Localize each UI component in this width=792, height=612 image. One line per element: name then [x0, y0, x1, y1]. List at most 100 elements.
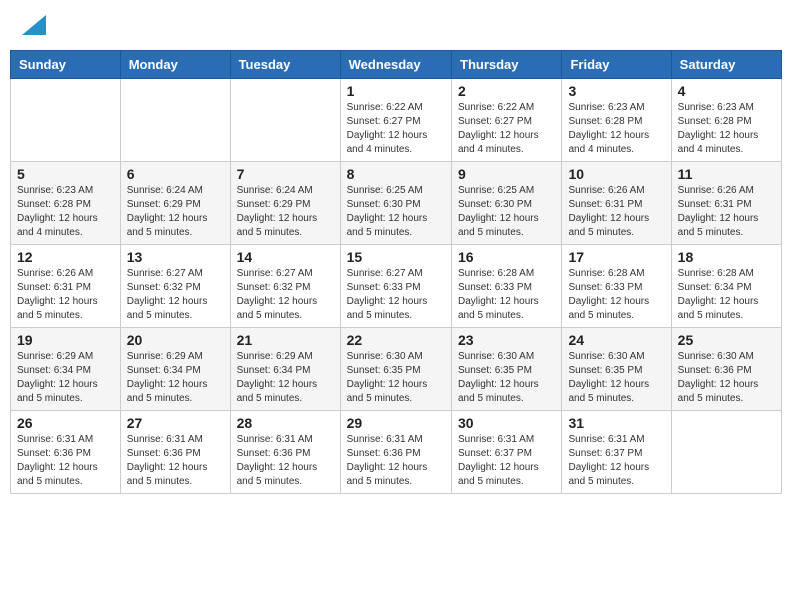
- day-info: Sunrise: 6:25 AM Sunset: 6:30 PM Dayligh…: [347, 184, 445, 240]
- calendar-cell: 22 Sunrise: 6:30 AM Sunset: 6:35 PM Dayli…: [340, 328, 451, 411]
- day-info: Sunrise: 6:30 AM Sunset: 6:35 PM Dayligh…: [347, 350, 445, 406]
- day-info: Sunrise: 6:31 AM Sunset: 6:36 PM Dayligh…: [347, 433, 445, 489]
- day-info: Sunrise: 6:26 AM Sunset: 6:31 PM Dayligh…: [568, 184, 664, 240]
- day-number: 30: [458, 415, 555, 431]
- calendar-cell: 23 Sunrise: 6:30 AM Sunset: 6:35 PM Dayli…: [452, 328, 562, 411]
- day-number: 1: [347, 83, 445, 99]
- calendar-cell: 10 Sunrise: 6:26 AM Sunset: 6:31 PM Dayli…: [562, 162, 671, 245]
- day-info: Sunrise: 6:25 AM Sunset: 6:30 PM Dayligh…: [458, 184, 555, 240]
- day-number: 20: [127, 332, 224, 348]
- day-number: 18: [678, 249, 775, 265]
- calendar-cell: 5 Sunrise: 6:23 AM Sunset: 6:28 PM Daylig…: [11, 162, 121, 245]
- day-info: Sunrise: 6:29 AM Sunset: 6:34 PM Dayligh…: [127, 350, 224, 406]
- day-number: 19: [17, 332, 114, 348]
- day-number: 5: [17, 166, 114, 182]
- calendar-week-row: 1 Sunrise: 6:22 AM Sunset: 6:27 PM Daylig…: [11, 79, 782, 162]
- day-info: Sunrise: 6:30 AM Sunset: 6:36 PM Dayligh…: [678, 350, 775, 406]
- day-info: Sunrise: 6:28 AM Sunset: 6:33 PM Dayligh…: [568, 267, 664, 323]
- day-number: 28: [237, 415, 334, 431]
- day-number: 22: [347, 332, 445, 348]
- day-info: Sunrise: 6:27 AM Sunset: 6:32 PM Dayligh…: [127, 267, 224, 323]
- day-number: 23: [458, 332, 555, 348]
- day-info: Sunrise: 6:23 AM Sunset: 6:28 PM Dayligh…: [17, 184, 114, 240]
- day-number: 9: [458, 166, 555, 182]
- day-info: Sunrise: 6:31 AM Sunset: 6:37 PM Dayligh…: [568, 433, 664, 489]
- calendar-cell: 31 Sunrise: 6:31 AM Sunset: 6:37 PM Dayli…: [562, 411, 671, 494]
- calendar-cell: 17 Sunrise: 6:28 AM Sunset: 6:33 PM Dayli…: [562, 245, 671, 328]
- day-info: Sunrise: 6:24 AM Sunset: 6:29 PM Dayligh…: [127, 184, 224, 240]
- calendar-cell: 19 Sunrise: 6:29 AM Sunset: 6:34 PM Dayli…: [11, 328, 121, 411]
- calendar-cell: 28 Sunrise: 6:31 AM Sunset: 6:36 PM Dayli…: [230, 411, 340, 494]
- day-info: Sunrise: 6:24 AM Sunset: 6:29 PM Dayligh…: [237, 184, 334, 240]
- calendar-week-row: 19 Sunrise: 6:29 AM Sunset: 6:34 PM Dayli…: [11, 328, 782, 411]
- calendar-cell: [671, 411, 781, 494]
- calendar-cell: [230, 79, 340, 162]
- calendar-cell: 26Sunrise: 6:31 AM Sunset: 6:36 PM Dayli…: [11, 411, 121, 494]
- day-info: Sunrise: 6:22 AM Sunset: 6:27 PM Dayligh…: [347, 101, 445, 157]
- day-number: 6: [127, 166, 224, 182]
- calendar-cell: 4Sunrise: 6:23 AM Sunset: 6:28 PM Daylig…: [671, 79, 781, 162]
- calendar: SundayMondayTuesdayWednesdayThursdayFrid…: [10, 50, 782, 494]
- day-info: Sunrise: 6:31 AM Sunset: 6:36 PM Dayligh…: [17, 433, 114, 489]
- day-number: 3: [568, 83, 664, 99]
- calendar-cell: 18 Sunrise: 6:28 AM Sunset: 6:34 PM Dayli…: [671, 245, 781, 328]
- day-info: Sunrise: 6:26 AM Sunset: 6:31 PM Dayligh…: [678, 184, 775, 240]
- calendar-cell: 9 Sunrise: 6:25 AM Sunset: 6:30 PM Daylig…: [452, 162, 562, 245]
- day-number: 10: [568, 166, 664, 182]
- calendar-cell: 12Sunrise: 6:26 AM Sunset: 6:31 PM Dayli…: [11, 245, 121, 328]
- day-info: Sunrise: 6:30 AM Sunset: 6:35 PM Dayligh…: [458, 350, 555, 406]
- day-info: Sunrise: 6:27 AM Sunset: 6:32 PM Dayligh…: [237, 267, 334, 323]
- day-info: Sunrise: 6:27 AM Sunset: 6:33 PM Dayligh…: [347, 267, 445, 323]
- calendar-cell: 30Sunrise: 6:31 AM Sunset: 6:37 PM Dayli…: [452, 411, 562, 494]
- day-number: 29: [347, 415, 445, 431]
- calendar-cell: 7 Sunrise: 6:24 AM Sunset: 6:29 PM Daylig…: [230, 162, 340, 245]
- weekday-header: Wednesday: [340, 51, 451, 79]
- calendar-cell: 21Sunrise: 6:29 AM Sunset: 6:34 PM Dayli…: [230, 328, 340, 411]
- day-number: 17: [568, 249, 664, 265]
- day-info: Sunrise: 6:29 AM Sunset: 6:34 PM Dayligh…: [17, 350, 114, 406]
- weekday-header: Sunday: [11, 51, 121, 79]
- calendar-week-row: 5 Sunrise: 6:23 AM Sunset: 6:28 PM Daylig…: [11, 162, 782, 245]
- weekday-header: Friday: [562, 51, 671, 79]
- calendar-cell: 16 Sunrise: 6:28 AM Sunset: 6:33 PM Dayli…: [452, 245, 562, 328]
- day-info: Sunrise: 6:28 AM Sunset: 6:33 PM Dayligh…: [458, 267, 555, 323]
- calendar-cell: 29 Sunrise: 6:31 AM Sunset: 6:36 PM Dayli…: [340, 411, 451, 494]
- day-info: Sunrise: 6:23 AM Sunset: 6:28 PM Dayligh…: [568, 101, 664, 157]
- calendar-cell: [11, 79, 121, 162]
- weekday-header: Tuesday: [230, 51, 340, 79]
- day-number: 21: [237, 332, 334, 348]
- day-info: Sunrise: 6:22 AM Sunset: 6:27 PM Dayligh…: [458, 101, 555, 157]
- calendar-cell: 13 Sunrise: 6:27 AM Sunset: 6:32 PM Dayli…: [120, 245, 230, 328]
- logo: [20, 15, 46, 35]
- calendar-cell: 8Sunrise: 6:25 AM Sunset: 6:30 PM Daylig…: [340, 162, 451, 245]
- calendar-cell: 14 Sunrise: 6:27 AM Sunset: 6:32 PM Dayli…: [230, 245, 340, 328]
- day-number: 14: [237, 249, 334, 265]
- page-header: [10, 10, 782, 40]
- day-info: Sunrise: 6:31 AM Sunset: 6:36 PM Dayligh…: [237, 433, 334, 489]
- calendar-cell: 15 Sunrise: 6:27 AM Sunset: 6:33 PM Dayli…: [340, 245, 451, 328]
- day-number: 24: [568, 332, 664, 348]
- day-info: Sunrise: 6:31 AM Sunset: 6:36 PM Dayligh…: [127, 433, 224, 489]
- calendar-cell: 6 Sunrise: 6:24 AM Sunset: 6:29 PM Daylig…: [120, 162, 230, 245]
- weekday-header: Saturday: [671, 51, 781, 79]
- day-number: 7: [237, 166, 334, 182]
- calendar-cell: 1 Sunrise: 6:22 AM Sunset: 6:27 PM Daylig…: [340, 79, 451, 162]
- day-number: 16: [458, 249, 555, 265]
- calendar-cell: 3 Sunrise: 6:23 AM Sunset: 6:28 PM Daylig…: [562, 79, 671, 162]
- calendar-cell: 24Sunrise: 6:30 AM Sunset: 6:35 PM Dayli…: [562, 328, 671, 411]
- calendar-cell: 20 Sunrise: 6:29 AM Sunset: 6:34 PM Dayli…: [120, 328, 230, 411]
- calendar-cell: [120, 79, 230, 162]
- day-info: Sunrise: 6:28 AM Sunset: 6:34 PM Dayligh…: [678, 267, 775, 323]
- day-number: 11: [678, 166, 775, 182]
- weekday-header: Thursday: [452, 51, 562, 79]
- calendar-cell: 27Sunrise: 6:31 AM Sunset: 6:36 PM Dayli…: [120, 411, 230, 494]
- calendar-cell: 2 Sunrise: 6:22 AM Sunset: 6:27 PM Daylig…: [452, 79, 562, 162]
- day-number: 13: [127, 249, 224, 265]
- calendar-cell: 25Sunrise: 6:30 AM Sunset: 6:36 PM Dayli…: [671, 328, 781, 411]
- calendar-cell: 11 Sunrise: 6:26 AM Sunset: 6:31 PM Dayli…: [671, 162, 781, 245]
- day-number: 2: [458, 83, 555, 99]
- day-info: Sunrise: 6:23 AM Sunset: 6:28 PM Dayligh…: [678, 101, 775, 157]
- day-number: 31: [568, 415, 664, 431]
- logo-icon: [22, 15, 46, 35]
- day-number: 15: [347, 249, 445, 265]
